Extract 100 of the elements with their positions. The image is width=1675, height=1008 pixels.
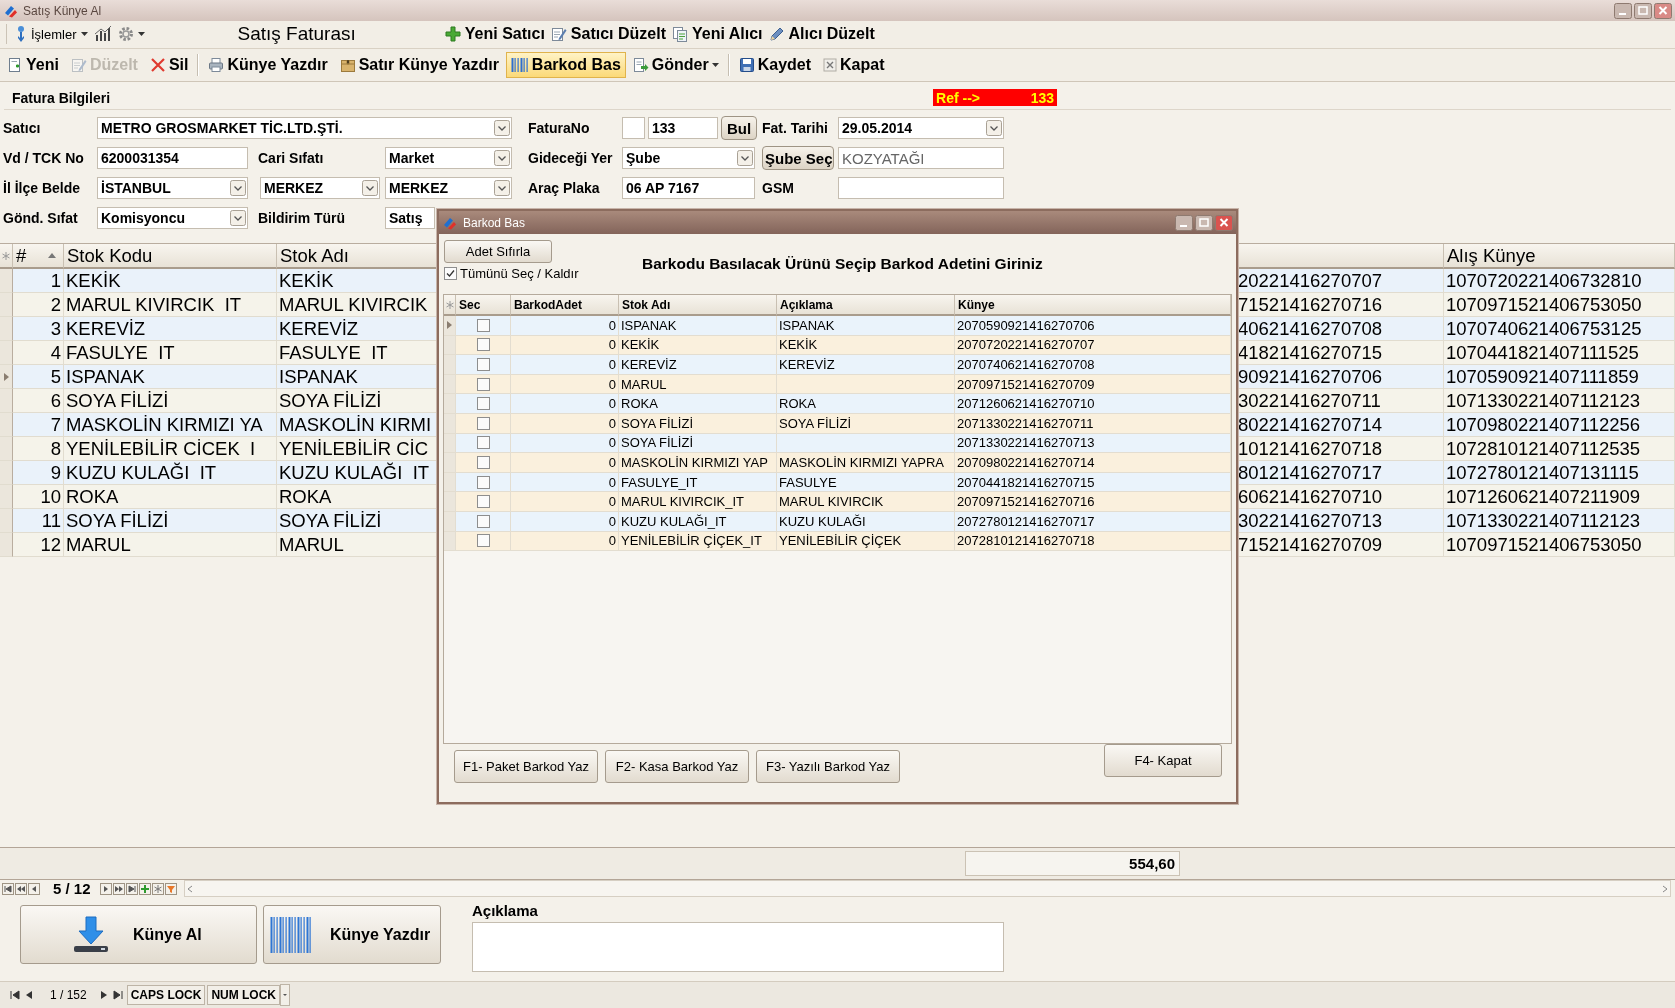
toolbar-button[interactable]: Yeni Alıcı xyxy=(669,23,766,45)
scroll-right-button[interactable] xyxy=(1660,883,1670,894)
dialog-button[interactable]: F2- Kasa Barkod Yaz xyxy=(605,750,749,783)
checkbox[interactable] xyxy=(476,358,490,371)
chevron-icon[interactable] xyxy=(986,120,1002,136)
first-record-button[interactable] xyxy=(2,882,14,895)
toolbar-button[interactable]: Satır Künye Yazdır xyxy=(334,51,504,78)
next-page-button[interactable] xyxy=(112,882,125,895)
text-field[interactable] xyxy=(838,177,1004,199)
toolbar-button[interactable]: Yeni Satıcı xyxy=(441,23,548,45)
minimize-button[interactable] xyxy=(1614,2,1632,19)
dropdown-field[interactable]: MERKEZ xyxy=(385,177,512,199)
chevron-icon[interactable] xyxy=(494,120,510,136)
text-field[interactable]: 133 xyxy=(648,117,718,139)
text-field[interactable]: 6200031354 xyxy=(97,147,248,169)
maximize-button[interactable] xyxy=(1634,2,1652,19)
column-header[interactable]: Açıklama xyxy=(777,295,955,316)
toolbar-button[interactable]: Kaydet xyxy=(733,51,817,78)
column-header[interactable]: # xyxy=(13,244,64,269)
checkbox[interactable] xyxy=(476,534,490,548)
checkbox[interactable] xyxy=(476,377,490,391)
checkbox-label[interactable]: Tümünü Seç / Kaldır xyxy=(460,266,579,281)
checkbox[interactable] xyxy=(476,436,490,450)
row-header[interactable] xyxy=(0,293,13,317)
filter-button[interactable] xyxy=(164,882,177,895)
toolbar-button[interactable]: Alıcı Düzelt xyxy=(765,23,878,45)
checkbox[interactable] xyxy=(476,416,490,430)
row-header[interactable] xyxy=(0,389,13,413)
toolbar-button[interactable]: Kapat xyxy=(818,51,890,78)
download-button[interactable]: Künye Al xyxy=(20,905,257,964)
previous-record-button[interactable] xyxy=(28,882,40,895)
dialog-button[interactable]: F3- Yazılı Barkod Yaz xyxy=(756,750,900,783)
row-header[interactable] xyxy=(0,341,13,365)
checkbox[interactable] xyxy=(476,318,490,332)
text-field[interactable] xyxy=(622,117,645,139)
row-header[interactable] xyxy=(0,509,13,533)
row-header[interactable] xyxy=(0,461,13,485)
dropdown-field[interactable]: MERKEZ xyxy=(260,177,380,199)
dropdown-field[interactable]: Satış xyxy=(385,207,435,229)
toolbar-button[interactable]: Barkod Bas xyxy=(505,51,626,78)
dropdown-field[interactable]: Şube xyxy=(622,147,755,169)
checkbox[interactable] xyxy=(476,455,490,469)
chevron-icon[interactable] xyxy=(494,180,510,196)
chevron-icon[interactable] xyxy=(362,180,378,196)
row-header[interactable] xyxy=(0,269,13,293)
first-page-button[interactable] xyxy=(8,989,22,1001)
row-header[interactable] xyxy=(0,317,13,341)
text-area[interactable] xyxy=(472,922,1004,972)
checkbox[interactable] xyxy=(476,475,490,489)
checkbox[interactable] xyxy=(444,267,457,280)
row-header[interactable] xyxy=(0,437,13,461)
chevron-icon[interactable] xyxy=(737,150,753,166)
dialog-button[interactable]: F4- Kapat xyxy=(1104,744,1222,777)
dropdown-button[interactable] xyxy=(280,984,291,1006)
next-record-button[interactable] xyxy=(99,882,112,895)
action-button[interactable]: Bul xyxy=(721,116,757,140)
checkbox[interactable] xyxy=(476,397,490,411)
chevron-icon[interactable] xyxy=(230,180,246,196)
column-header[interactable]: Sec xyxy=(456,295,511,316)
column-header[interactable]: Stok Adı xyxy=(277,244,437,269)
row-header[interactable] xyxy=(0,365,13,389)
column-header[interactable]: BarkodAdet xyxy=(511,295,619,316)
column-header[interactable] xyxy=(1236,244,1444,269)
horizontal-scrollbar[interactable] xyxy=(183,880,1671,897)
toolbar-button[interactable]: Sil xyxy=(144,51,194,78)
menu-button[interactable]: İşlemler xyxy=(12,23,91,45)
dropdown-field[interactable]: Komisyoncu xyxy=(97,207,248,229)
maximize-button[interactable] xyxy=(1195,214,1213,231)
text-field[interactable]: 06 AP 7167 xyxy=(622,177,755,199)
column-header[interactable]: Stok Adı xyxy=(619,295,777,316)
previous-page-button[interactable] xyxy=(15,882,27,895)
row-header[interactable] xyxy=(444,316,456,336)
row-header[interactable] xyxy=(0,485,13,509)
toolbar-button[interactable]: Gönder xyxy=(627,51,724,78)
dropdown-field[interactable]: 29.05.2014 xyxy=(838,117,1004,139)
chevron-icon[interactable] xyxy=(230,210,246,226)
column-header[interactable]: Stok Kodu xyxy=(64,244,277,269)
chevron-icon[interactable] xyxy=(494,150,510,166)
add-record-button[interactable] xyxy=(138,882,151,895)
last-page-button[interactable] xyxy=(110,989,125,1001)
column-header[interactable]: Künye xyxy=(955,295,1231,316)
toolbar-button[interactable]: Künye Yazdır xyxy=(203,51,333,78)
dropdown-field[interactable]: İSTANBUL xyxy=(97,177,248,199)
dialog-button[interactable]: F1- Paket Barkod Yaz xyxy=(454,750,598,783)
toolbar-button[interactable]: Satıcı Düzelt xyxy=(547,23,669,45)
text-field[interactable]: KOZYATAĞI xyxy=(838,147,1004,169)
toolbar-button[interactable]: Yeni xyxy=(2,51,64,78)
reset-button[interactable]: Adet Sıfırla xyxy=(444,240,552,263)
column-header[interactable]: Alış Künye xyxy=(1444,244,1675,269)
last-record-button[interactable] xyxy=(125,882,138,895)
print-button[interactable]: Künye Yazdır xyxy=(263,905,441,964)
checkbox[interactable] xyxy=(476,495,490,509)
checkbox[interactable] xyxy=(476,338,490,352)
dropdown-field[interactable]: METRO GROSMARKET TİC.LTD.ŞTİ. xyxy=(97,117,512,139)
row-header[interactable] xyxy=(0,533,13,557)
close-button[interactable] xyxy=(1654,2,1672,19)
row-header[interactable] xyxy=(0,413,13,437)
asterisk-button[interactable] xyxy=(151,882,164,895)
minimize-button[interactable] xyxy=(1175,214,1193,231)
checkbox[interactable] xyxy=(476,514,490,528)
